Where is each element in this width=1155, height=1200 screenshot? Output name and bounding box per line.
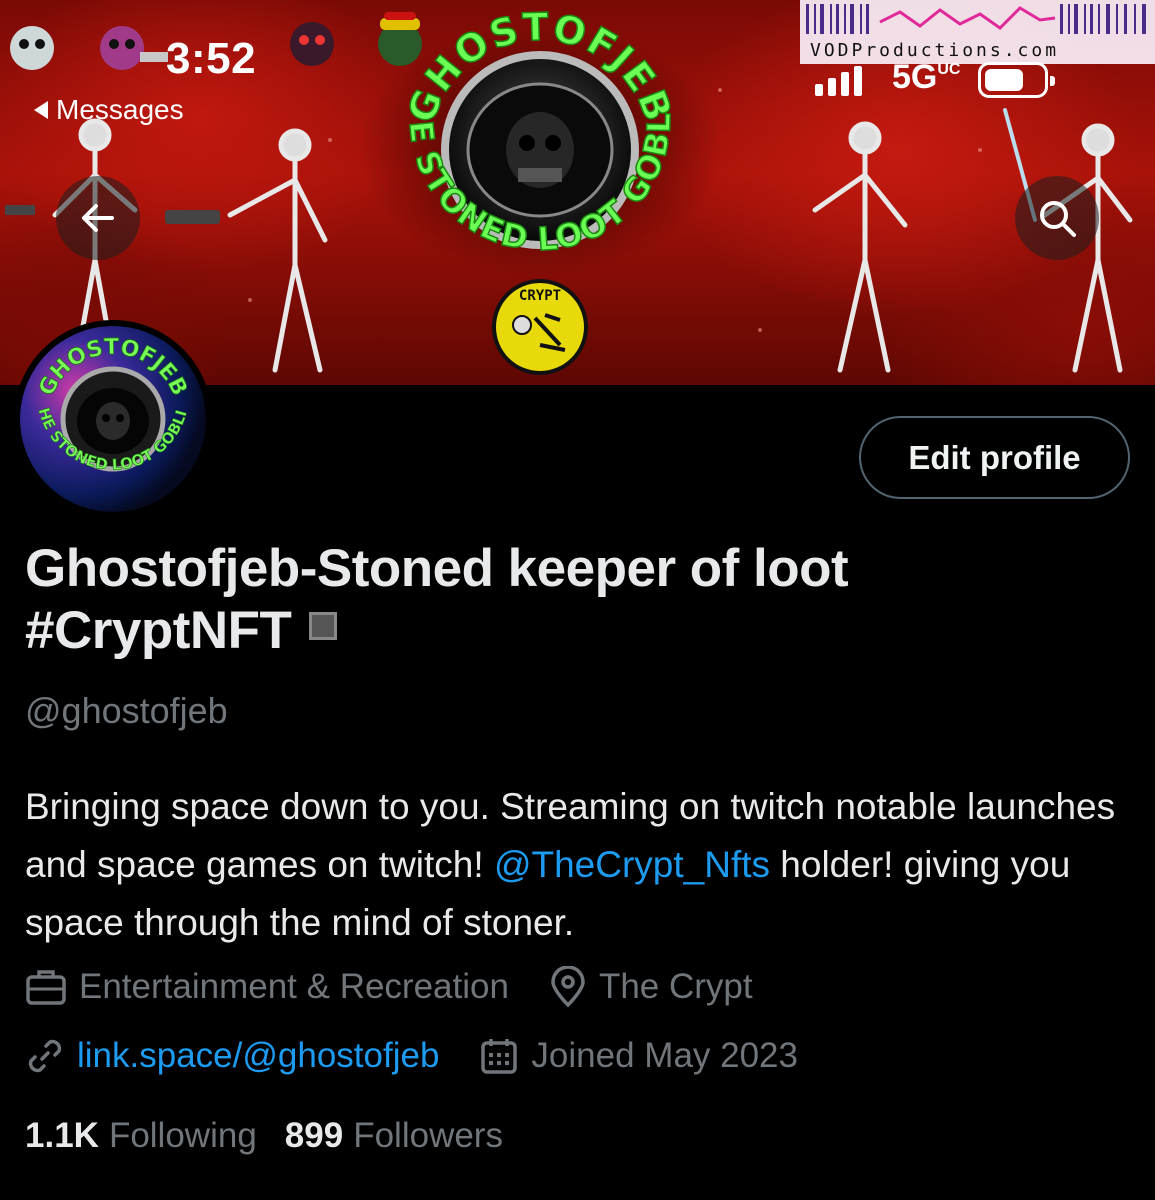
- profile-category-label: Entertainment & Recreation: [79, 967, 509, 1006]
- search-icon: [1040, 201, 1076, 237]
- profile-location: The Crypt: [549, 966, 753, 1008]
- barcode-graphic: [806, 4, 1146, 34]
- profile-handle: @ghostofjeb: [25, 690, 228, 731]
- following-label: Following: [108, 1116, 257, 1155]
- battery-icon: [978, 62, 1055, 98]
- cell-signal-icon: [815, 66, 862, 96]
- edit-profile-button[interactable]: Edit profile: [859, 416, 1130, 499]
- display-name: Ghostofjeb-Stoned keeper of loot #CryptN…: [25, 538, 1125, 662]
- profile-category: Entertainment & Recreation: [25, 967, 509, 1007]
- search-button[interactable]: [1015, 176, 1099, 260]
- network-sup: UC: [937, 61, 961, 78]
- profile-meta-row-2: link.space/@ghostofjeb Joined May 2023: [25, 1036, 838, 1076]
- network-type: 5G: [892, 58, 938, 96]
- following-count: 1.1K: [25, 1116, 99, 1155]
- avatar-image: GHOSTOFJEB THE STONED LOOT GOBLIN: [20, 326, 206, 512]
- location-pin-icon: [551, 966, 585, 1008]
- profile-joined: Joined May 2023: [479, 1036, 798, 1076]
- following-link[interactable]: 1.1K Following: [25, 1116, 257, 1156]
- follow-counts: 1.1K Following 899 Followers: [25, 1116, 531, 1156]
- watermark-banner: VODProductions.com: [800, 0, 1155, 64]
- bio-mention-link[interactable]: @TheCrypt_Nfts: [494, 844, 770, 885]
- followers-label: Followers: [353, 1116, 503, 1155]
- profile-website-link[interactable]: link.space/@ghostofjeb: [77, 1036, 439, 1076]
- profile-banner[interactable]: GHOSTOFJEB THE STONED LOOT GOBLIN CRYPT …: [0, 0, 1155, 385]
- followers-count: 899: [284, 1116, 344, 1155]
- profile-bio: Bringing space down to you. Streaming on…: [25, 778, 1135, 952]
- display-name-line1: Ghostofjeb-Stoned keeper of loot: [25, 539, 849, 598]
- profile-avatar[interactable]: GHOSTOFJEB THE STONED LOOT GOBLIN: [14, 320, 212, 518]
- back-arrow-icon: [82, 204, 114, 232]
- calendar-icon: [481, 1039, 518, 1074]
- profile-joined-label: Joined May 2023: [531, 1036, 798, 1075]
- back-triangle-icon: [34, 101, 48, 119]
- back-button[interactable]: [56, 176, 140, 260]
- network-indicator: 5GUC: [892, 58, 960, 97]
- followers-link[interactable]: 899 Followers: [285, 1116, 503, 1156]
- profile-meta-row-1: Entertainment & Recreation The Crypt: [25, 966, 793, 1008]
- status-time: 3:52: [166, 34, 257, 83]
- black-square-emoji-icon: [309, 612, 338, 640]
- crypt-badge-text: CRYPT: [519, 288, 561, 304]
- link-icon: [28, 1039, 62, 1073]
- briefcase-icon: [26, 970, 66, 1005]
- profile-website[interactable]: link.space/@ghostofjeb: [25, 1036, 439, 1076]
- back-to-messages[interactable]: Messages: [34, 94, 184, 126]
- profile-location-label: The Crypt: [598, 967, 753, 1006]
- back-to-messages-label: Messages: [56, 94, 184, 125]
- display-name-line2: #CryptNFT: [25, 601, 292, 660]
